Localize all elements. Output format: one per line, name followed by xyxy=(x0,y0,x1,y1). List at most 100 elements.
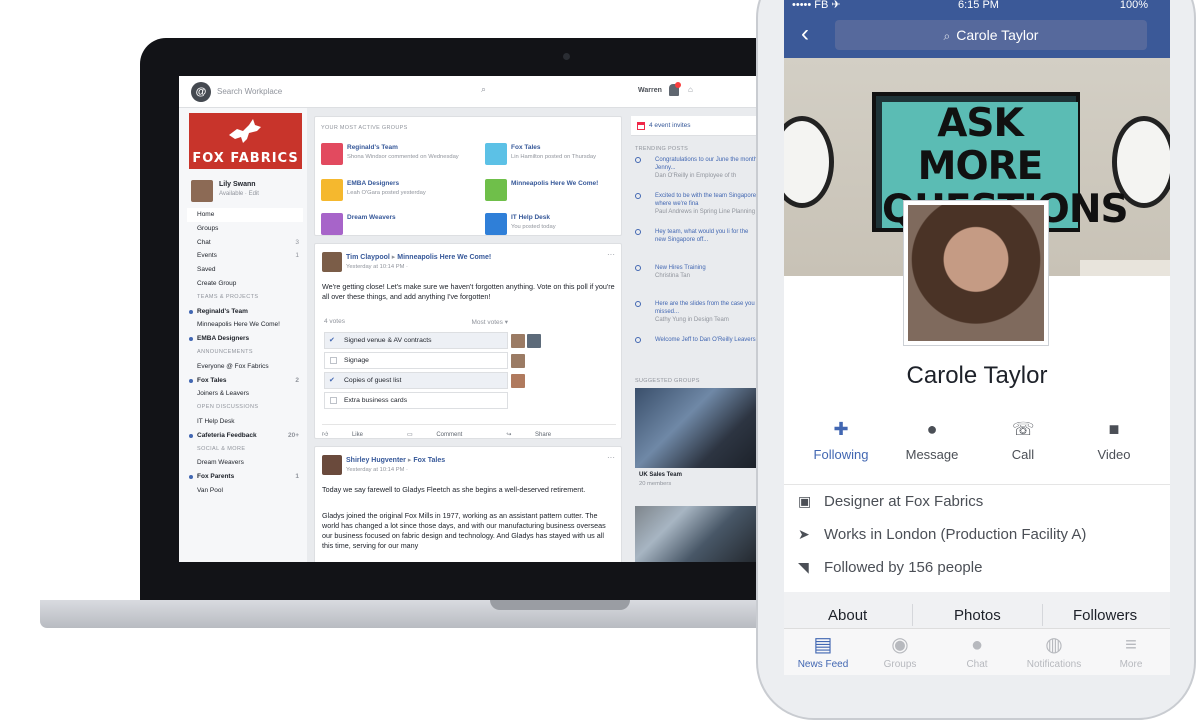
sidebar-item-count: 1 xyxy=(295,473,299,481)
user-avatar[interactable] xyxy=(191,180,213,202)
search-icon: ⌕ xyxy=(943,29,951,43)
group-name[interactable]: Reginald's Team xyxy=(347,144,398,151)
profile-picture[interactable] xyxy=(903,200,1049,346)
author-avatar[interactable] xyxy=(322,455,342,475)
sidebar-item[interactable]: Chat 3 xyxy=(187,236,303,250)
checkbox-icon[interactable] xyxy=(330,357,337,364)
voter-avatar[interactable] xyxy=(527,334,541,348)
check-icon: ✔ xyxy=(329,337,335,344)
suggested-group-name[interactable]: UK Sales Team xyxy=(639,472,682,478)
sidebar-item[interactable]: Events 1 xyxy=(187,249,303,263)
sidebar-item[interactable]: Saved xyxy=(187,263,303,277)
chat-icon: ● xyxy=(970,634,984,656)
profile-link[interactable]: Warren xyxy=(638,87,662,94)
poll-option[interactable]: ✔ Copies of guest list xyxy=(324,372,508,389)
search-icon[interactable]: ⌕ xyxy=(481,84,486,95)
active-group-item[interactable]: IT Help Desk You posted today xyxy=(485,213,635,241)
sidebar-section-header: ANNOUNCEMENTS xyxy=(187,346,303,360)
active-group-item[interactable]: Reginald's Team Shona Windsor commented o… xyxy=(321,143,471,171)
event-invites-link[interactable]: 4 event invites xyxy=(631,116,759,136)
poll-option[interactable]: Extra business cards xyxy=(324,392,508,409)
bottom-tab-news-feed[interactable]: ▤ News Feed xyxy=(788,633,858,670)
bottom-tab-groups[interactable]: ◉ Groups xyxy=(865,633,935,670)
tab-about[interactable]: About xyxy=(828,607,867,624)
share-button[interactable]: ↪ Share xyxy=(506,432,573,438)
checkbox-icon[interactable] xyxy=(330,397,337,404)
unread-dot-icon xyxy=(189,378,193,383)
trending-post[interactable]: Here are the slides from the case you mi… xyxy=(635,300,759,323)
sidebar-item[interactable]: Van Pool xyxy=(187,484,303,498)
group-name[interactable]: Minneapolis Here We Come! xyxy=(511,180,598,187)
active-group-item[interactable]: Minneapolis Here We Come! xyxy=(485,179,635,207)
sidebar-item[interactable]: Minneapolis Here We Come! xyxy=(187,318,303,332)
trending-title[interactable]: Hey team, what would you li for the new … xyxy=(655,229,748,243)
trending-post[interactable]: Welcome Jeff to Dan O'Reilly Leavers xyxy=(635,336,759,358)
call-button[interactable]: ☏ Call xyxy=(978,418,1068,462)
post-author[interactable]: Shirley Hugventer ▸ Fox Tales xyxy=(346,456,445,464)
trending-post[interactable]: Excited to be with the team Singapore, w… xyxy=(635,192,759,215)
wall-clock xyxy=(784,116,834,208)
trending-post[interactable]: Hey team, what would you li for the new … xyxy=(635,228,759,250)
sidebar-item[interactable]: EMBA Designers xyxy=(187,332,303,346)
post-timestamp[interactable]: Yesterday at 10:14 PM · xyxy=(346,467,408,473)
sidebar-item[interactable]: Home xyxy=(187,208,303,222)
sidebar-item[interactable]: Everyone @ Fox Fabrics xyxy=(187,360,303,374)
trending-title[interactable]: Here are the slides from the case you mi… xyxy=(655,301,755,315)
sidebar-item-label: TEAMS & PROJECTS xyxy=(197,293,259,300)
poll-option-label: Signage xyxy=(344,357,369,364)
trending-post[interactable]: Congratulations to our June the month, J… xyxy=(635,156,759,179)
message-button[interactable]: ● Message xyxy=(887,418,977,462)
video-button[interactable]: ■ Video xyxy=(1069,418,1159,462)
trending-title[interactable]: Congratulations to our June the month, J… xyxy=(655,157,759,171)
following-button[interactable]: ✚ Following xyxy=(796,418,886,462)
trending-title[interactable]: New Hires Training xyxy=(655,265,706,271)
poll-option[interactable]: Signage xyxy=(324,352,508,369)
active-group-item[interactable]: Fox Tales Lin Hamilton posted on Thursday xyxy=(485,143,635,171)
user-name[interactable]: Lily Swann xyxy=(219,181,256,188)
comment-button[interactable]: ▭ Comment xyxy=(407,432,484,438)
voter-avatar[interactable] xyxy=(511,354,525,368)
sidebar-item[interactable]: Reginald's Team xyxy=(187,305,303,319)
sidebar-item[interactable]: Fox Tales 2 xyxy=(187,374,303,388)
tab-photos[interactable]: Photos xyxy=(954,607,1001,624)
trending-post[interactable]: New Hires Training Christina Tan xyxy=(635,264,759,286)
help-icon[interactable]: ⌂ xyxy=(688,85,693,94)
like-button[interactable]: 👍︎ Like xyxy=(322,432,385,438)
trending-title[interactable]: Welcome Jeff to Dan O'Reilly Leavers xyxy=(655,337,756,343)
workplace-logo-icon[interactable]: @ xyxy=(191,82,211,102)
post-timestamp[interactable]: Yesterday at 10:14 PM · xyxy=(346,264,408,270)
poll-sort-select[interactable]: Most votes ▾ xyxy=(472,318,509,326)
bottom-tab-more[interactable]: ≡ More xyxy=(1096,633,1166,670)
active-group-item[interactable]: EMBA Designers Leah O'Gara posted yesterd… xyxy=(321,179,471,207)
sidebar-item[interactable]: IT Help Desk xyxy=(187,415,303,429)
voter-avatar[interactable] xyxy=(511,334,525,348)
suggested-group-photo[interactable] xyxy=(635,388,757,468)
poll-option[interactable]: ✔ Signed venue & AV contracts xyxy=(324,332,508,349)
group-name[interactable]: IT Help Desk xyxy=(511,214,550,221)
workplace-search-input[interactable]: Search Workplace xyxy=(217,84,497,100)
sidebar-item[interactable]: Fox Parents 1 xyxy=(187,470,303,484)
group-name[interactable]: EMBA Designers xyxy=(347,180,399,187)
sidebar-item[interactable]: Create Group xyxy=(187,277,303,291)
sidebar-item-label: Home xyxy=(197,211,215,218)
sidebar-item[interactable]: Dream Weavers xyxy=(187,456,303,470)
active-group-item[interactable]: Dream Weavers xyxy=(321,213,471,241)
suggested-group-photo[interactable] xyxy=(635,506,757,562)
tab-followers[interactable]: Followers xyxy=(1073,607,1137,624)
bottom-tab-notifications[interactable]: ◍ Notifications xyxy=(1019,633,1089,670)
sidebar-item[interactable]: Cafeteria Feedback 20+ xyxy=(187,429,303,443)
more-options-icon[interactable]: ··· xyxy=(607,453,615,462)
trending-title[interactable]: Excited to be with the team Singapore, w… xyxy=(655,193,758,207)
bottom-tab-chat[interactable]: ● Chat xyxy=(942,633,1012,670)
phone-search-field[interactable]: ⌕ Carole Taylor xyxy=(835,20,1147,50)
sidebar-item[interactable]: Groups xyxy=(187,222,303,236)
author-avatar[interactable] xyxy=(322,252,342,272)
back-icon[interactable]: ‹ xyxy=(801,20,809,48)
sidebar-item[interactable]: Joiners & Leavers xyxy=(187,387,303,401)
group-name[interactable]: Dream Weavers xyxy=(347,214,396,221)
post-author[interactable]: Tim Claypool ▸ Minneapolis Here We Come! xyxy=(346,253,491,261)
trending-icon xyxy=(635,157,641,163)
group-name[interactable]: Fox Tales xyxy=(511,144,541,151)
voter-avatar[interactable] xyxy=(511,374,525,388)
more-options-icon[interactable]: ··· xyxy=(607,250,615,259)
